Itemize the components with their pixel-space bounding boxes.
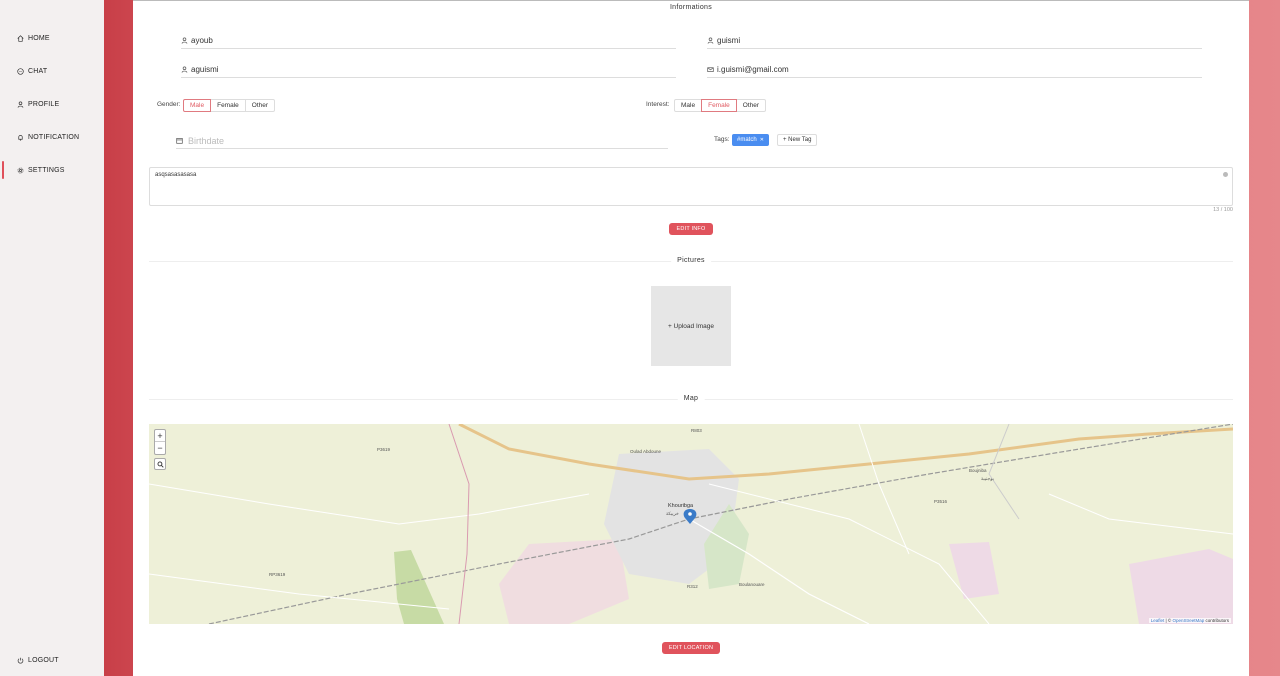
map-label-road: R803 [691,428,702,433]
map-label-boujniba: Boujniba [969,468,987,473]
bio-textarea[interactable]: asqsasasasasa [149,167,1233,206]
map-attribution: Leaflet | © OpenStreetMap contributors [1148,618,1231,623]
attribution-tail: contributors [1204,618,1229,623]
map-zoom-control: + − [154,429,166,455]
edit-location-button[interactable]: EDIT LOCATION [662,642,720,654]
sidebar-item-profile[interactable]: PROFILE [0,94,104,114]
pictures-title: Pictures [671,257,711,264]
user-icon [181,37,189,45]
sidebar-item-chat[interactable]: CHAT [0,61,104,81]
interest-option-female[interactable]: Female [701,99,737,112]
sidebar-item-notification[interactable]: NOTIFICATION [0,127,104,147]
gender-radio-group: Male Female Other [183,99,276,112]
tag-chip[interactable]: #match ✕ [732,134,769,146]
gear-icon [16,166,24,174]
email-field[interactable]: i.guismi@gmail.com [707,62,1202,78]
user-icon [707,37,715,45]
first-name-field[interactable]: guismi [707,33,1202,49]
bell-icon [16,133,24,141]
sidebar-item-settings[interactable]: SETTINGS [0,160,104,180]
zoom-out-button[interactable]: − [155,442,165,454]
gender-option-female[interactable]: Female [210,99,246,112]
settings-card: Informations ayoub guismi aguismi i.guis… [133,0,1249,676]
chat-icon [16,67,24,75]
bio-value: asqsasasasasa [155,172,197,178]
edit-info-button[interactable]: EDIT INFO [669,223,713,235]
interest-label: Interest: [646,101,670,108]
sidebar: HOME CHAT PROFILE NOTIFICATION SETTINGS … [0,0,104,676]
location-map[interactable]: Khouribga خريبكة Oulad Abdoune Boujniba … [149,424,1233,624]
power-icon [16,656,24,664]
logout-button[interactable]: LOGOUT [0,650,104,670]
logout-label: LOGOUT [28,656,59,664]
birthdate-field[interactable]: Birthdate [176,133,668,149]
sidebar-item-label: SETTINGS [28,166,65,174]
map-search-button[interactable] [154,458,166,470]
bio-counter: 13 / 100 [1213,207,1233,213]
upload-image-button[interactable]: + Upload Image [651,286,731,366]
tag-chip-label: #match [737,137,757,143]
upload-image-label: + Upload Image [667,322,715,330]
last-name-value: aguismi [191,65,219,74]
username-field[interactable]: ayoub [181,33,676,49]
tags-label: Tags: [714,136,730,143]
home-icon [16,34,24,42]
sidebar-item-home[interactable]: HOME [0,28,104,48]
interest-option-male[interactable]: Male [674,99,703,112]
clear-icon[interactable] [1223,172,1228,177]
map-label-road: P3619 [377,447,391,452]
map-tiles [149,424,1233,624]
birthdate-placeholder: Birthdate [188,135,225,146]
map-label-boulanouare: Boulanouare [739,582,765,587]
interest-radio-group: Male Female Other [674,99,767,112]
new-tag-button[interactable]: + New Tag [777,134,818,146]
gender-label: Gender: [157,101,181,108]
sidebar-item-label: NOTIFICATION [28,133,80,141]
map-label-road: R312 [687,584,698,589]
last-name-field[interactable]: aguismi [181,62,676,78]
map-label-city-ar: خريبكة [666,511,679,516]
zoom-in-button[interactable]: + [155,430,165,442]
map-label-city: Khouribga [668,503,694,509]
first-name-value: guismi [717,36,741,45]
map-label-oued: Oulad Abdoune [630,449,662,454]
interest-option-other[interactable]: Other [735,99,767,112]
map-label-road: RP3619 [269,572,286,577]
user-icon [16,100,24,108]
sidebar-item-label: PROFILE [28,100,60,108]
close-icon[interactable]: ✕ [760,137,764,143]
gender-option-male[interactable]: Male [183,99,212,112]
map-label-road: P3516 [934,499,948,504]
sidebar-item-label: CHAT [28,67,48,75]
email-value: i.guismi@gmail.com [717,65,789,74]
username-value: ayoub [191,36,213,45]
search-icon [157,455,164,473]
gender-option-other[interactable]: Other [244,99,276,112]
calendar-icon [176,137,184,145]
leaflet-link[interactable]: Leaflet [1151,618,1165,623]
user-icon [181,66,189,74]
sidebar-item-label: HOME [28,34,50,42]
informations-title: Informations [663,4,719,11]
mail-icon [707,66,715,74]
osm-link[interactable]: OpenStreetMap [1172,618,1204,623]
new-tag-label: + New Tag [783,137,812,143]
map-label-boujniba-ar: بوجنيبة [981,476,994,481]
map-title: Map [677,395,705,402]
